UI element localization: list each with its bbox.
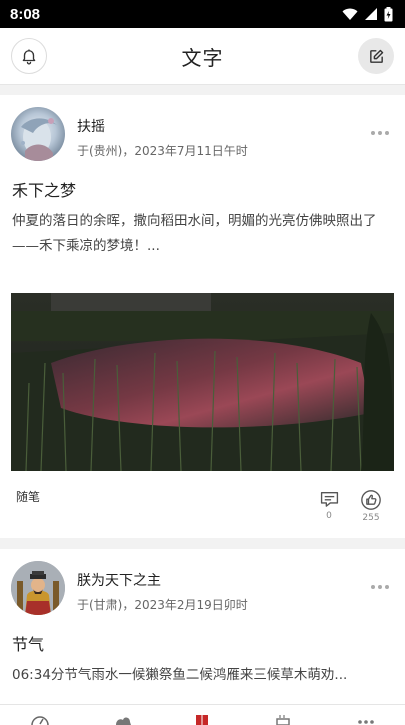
nav-compass-icon[interactable] [30,711,50,725]
wifi-icon [342,8,358,20]
nav-book-icon[interactable] [194,711,210,725]
post-feed[interactable]: 扶摇 于(贵州)，2023年7月11日午时 禾下之梦 仲夏的落日的余晖，撒向稻田… [0,85,405,705]
battery-icon [384,6,393,21]
post-card[interactable]: 扶摇 于(贵州)，2023年7月11日午时 禾下之梦 仲夏的落日的余晖，撒向稻田… [0,95,405,538]
author-avatar[interactable] [11,561,65,615]
more-options-button[interactable] [371,127,391,139]
bell-icon [22,49,36,65]
comment-count: 0 [326,511,332,521]
app-header: 文字 [0,28,405,85]
post-title[interactable]: 节气 [12,631,44,655]
bottom-nav [0,704,405,725]
post-title[interactable]: 禾下之梦 [12,177,76,201]
comment-icon [320,491,338,507]
like-count: 255 [362,513,380,523]
signal-icon [365,8,377,20]
post-image[interactable] [11,293,394,471]
author-name[interactable]: 朕为天下之主 [77,570,161,590]
more-options-button[interactable] [371,581,391,593]
thumbs-up-icon [361,490,381,510]
like-button[interactable]: 255 [356,490,386,523]
compose-button[interactable] [358,38,394,74]
post-card[interactable]: 朕为天下之主 于(甘肃)，2023年2月19日卯时 节气 06:34分节气雨水一… [0,549,405,705]
status-bar: 8:08 [0,0,405,28]
author-name[interactable]: 扶摇 [77,116,105,136]
nav-cloud-icon[interactable] [113,711,133,725]
post-tag[interactable]: 随笔 [16,488,40,505]
notifications-button[interactable] [11,38,47,74]
post-meta: 于(甘肃)，2023年2月19日卯时 [77,598,248,612]
post-excerpt[interactable]: 06:34分节气雨水一候獭祭鱼二候鸿雁来三候草木萌劝... [12,663,393,688]
post-excerpt[interactable]: 仲夏的落日的余晖，撒向稻田水间，明媚的光亮仿佛映照出了——禾下乘凉的梦境！... [12,209,393,259]
status-icons [342,6,393,22]
post-meta: 于(贵州)，2023年7月11日午时 [77,144,248,158]
comment-button[interactable]: 0 [314,490,344,521]
page-title: 文字 [181,45,224,70]
more-horizontal-icon [371,585,375,589]
author-avatar[interactable] [11,107,65,161]
more-horizontal-icon [371,131,375,135]
nav-cup-icon[interactable] [274,711,294,725]
status-time: 8:08 [10,5,41,23]
edit-icon [369,49,383,63]
nav-more-icon[interactable] [356,711,376,725]
